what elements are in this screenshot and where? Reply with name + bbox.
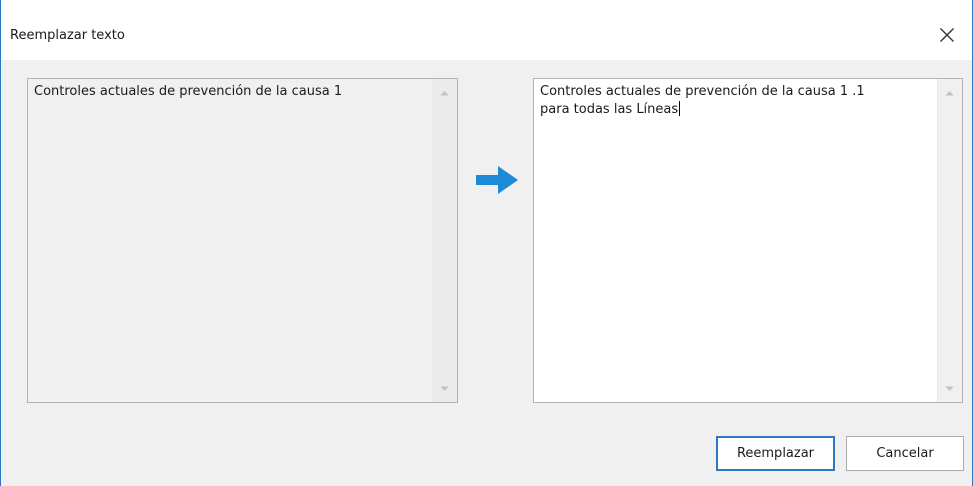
close-button[interactable]: [932, 22, 962, 48]
scroll-down-button[interactable]: [436, 380, 453, 397]
original-text: Controles actuales de prevención de la c…: [34, 84, 343, 99]
replace-text-dialog: Reemplazar texto Controles actuales de p…: [0, 0, 973, 486]
original-text-box: Controles actuales de prevención de la c…: [27, 78, 458, 403]
chevron-down-icon: [945, 386, 954, 391]
original-text-scrollbar[interactable]: [432, 79, 457, 402]
replacement-text-scrollbar[interactable]: [937, 79, 962, 402]
chevron-up-icon: [440, 90, 449, 95]
scroll-up-button[interactable]: [436, 84, 453, 101]
chevron-down-icon: [440, 386, 449, 391]
replace-button[interactable]: Reemplazar: [716, 436, 835, 471]
close-icon: [940, 28, 954, 42]
arrow-right-icon: [476, 166, 518, 194]
dialog-title: Reemplazar texto: [10, 28, 125, 43]
replacement-text-box[interactable]: Controles actuales de prevención de la c…: [533, 78, 963, 403]
chevron-up-icon: [945, 90, 954, 95]
text-caret: [679, 101, 681, 116]
dialog-titlebar: Reemplazar texto: [1, 0, 972, 60]
scroll-up-button[interactable]: [941, 84, 958, 101]
replacement-text: Controles actuales de prevención de la c…: [540, 84, 865, 117]
replacement-text-input[interactable]: Controles actuales de prevención de la c…: [540, 83, 936, 119]
scroll-down-button[interactable]: [941, 380, 958, 397]
cancel-button[interactable]: Cancelar: [846, 436, 964, 471]
